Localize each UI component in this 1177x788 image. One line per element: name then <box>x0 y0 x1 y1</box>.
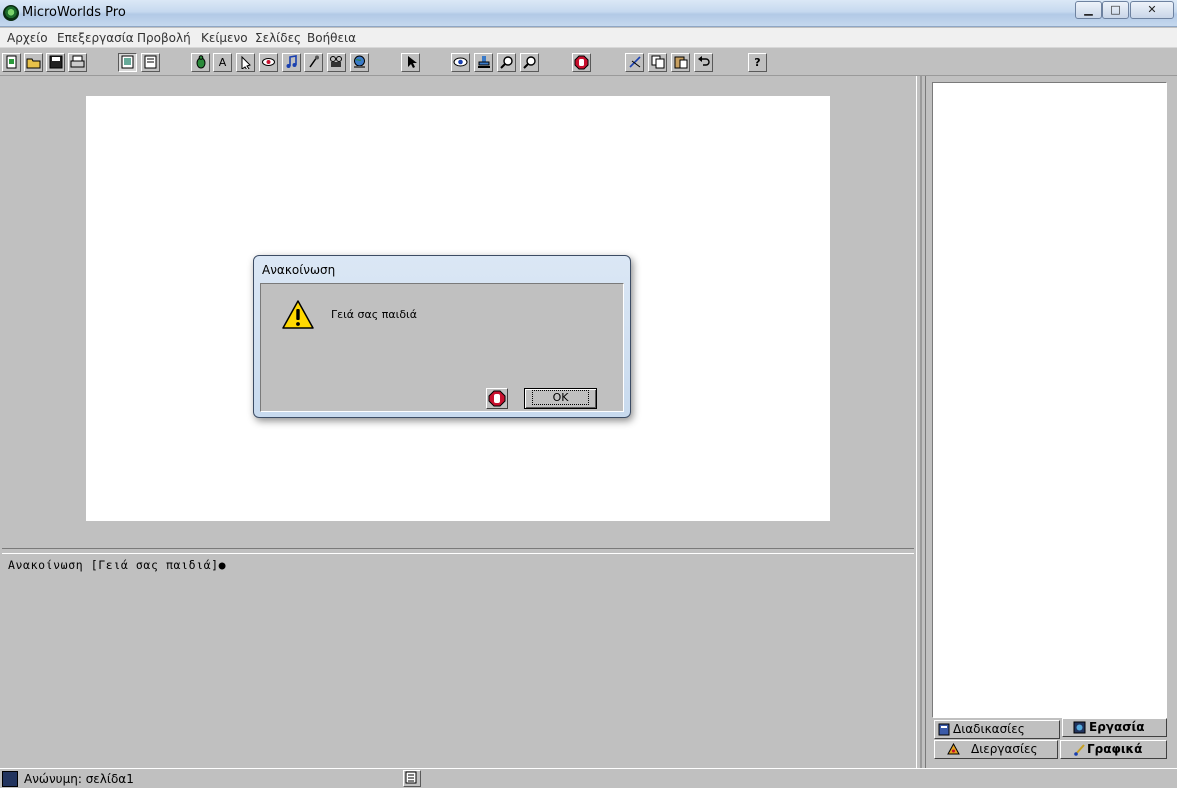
arrow-pointer-icon <box>407 56 417 68</box>
scissors-icon <box>628 56 641 68</box>
stamp-tool-button[interactable] <box>474 53 493 72</box>
tab-graphics-label: Γραφικά <box>1087 742 1143 756</box>
presentation-mode-button[interactable] <box>141 53 160 72</box>
new-file-icon <box>6 55 17 69</box>
tab-processes-label: Διεργασίες <box>971 742 1038 756</box>
project-status-icon <box>2 771 18 787</box>
eye-tool-button[interactable] <box>451 53 470 72</box>
menu-help[interactable]: Βοήθεια <box>307 31 356 45</box>
eye-icon <box>453 57 468 67</box>
cut-button[interactable] <box>625 53 644 72</box>
microworlds-app-icon <box>3 5 19 21</box>
save-disk-icon <box>49 55 62 69</box>
button-tool-button[interactable] <box>236 53 255 72</box>
tab-graphics[interactable]: Γραφικά <box>1060 740 1167 759</box>
announce-dialog: Ανακοίνωση Γειά σας παιδιά OK <box>253 255 631 418</box>
open-project-button[interactable] <box>24 53 43 72</box>
tab-project-label: Εργασία <box>1089 720 1145 734</box>
close-button[interactable]: ✕ <box>1130 1 1174 19</box>
copy-icon <box>651 55 664 69</box>
new-project-button[interactable] <box>2 53 21 72</box>
stop-hand-icon <box>574 55 589 70</box>
slider-tool-button[interactable] <box>259 53 278 72</box>
magnifier-plus-icon <box>499 56 513 69</box>
melody-button[interactable] <box>282 53 301 72</box>
presentation-icon <box>144 55 157 69</box>
pointer-hand-icon <box>241 55 251 69</box>
web-player-button[interactable] <box>350 53 369 72</box>
open-folder-icon <box>26 58 41 69</box>
stamp-icon <box>477 56 490 68</box>
tab-procedures-label: Διαδικασίες <box>953 722 1025 736</box>
warning-icon <box>282 300 314 329</box>
video-camera-icon <box>330 56 342 67</box>
zoom-in-button[interactable] <box>497 53 516 72</box>
procedures-book-icon <box>938 723 950 736</box>
page-view-icon <box>121 55 134 69</box>
music-note-icon <box>286 55 297 68</box>
zoom-out-button[interactable] <box>520 53 539 72</box>
menu-text[interactable]: Κείμενο <box>201 31 248 45</box>
graphics-brush-icon <box>1074 744 1085 756</box>
command-center-text[interactable]: Ανακοίνωση [Γειά σας παιδιά]● <box>8 558 226 572</box>
dialog-ok-button[interactable]: OK <box>524 388 597 409</box>
maximize-button[interactable]: □ <box>1102 1 1129 19</box>
menu-edit[interactable]: Επεξεργασία <box>57 31 134 45</box>
print-button[interactable] <box>68 53 87 72</box>
page-mode-button[interactable] <box>118 53 137 72</box>
undo-button[interactable] <box>694 53 713 72</box>
stop-all-button[interactable] <box>572 53 591 72</box>
toolbar: A ? <box>0 49 1177 76</box>
menu-file[interactable]: Αρχείο <box>7 31 48 45</box>
window-title: MicroWorlds Pro <box>22 5 126 20</box>
tab-project[interactable]: Εργασία <box>1062 718 1167 737</box>
dialog-title: Ανακοίνωση <box>262 263 336 277</box>
microphone-icon <box>309 55 319 68</box>
vertical-pane-splitter[interactable] <box>916 76 926 768</box>
select-tool-button[interactable] <box>401 53 420 72</box>
help-button[interactable]: ? <box>748 53 767 72</box>
hatch-turtle-button[interactable] <box>191 53 210 72</box>
status-page-name: Ανώνυμη: σελίδα1 <box>24 772 134 786</box>
minimize-button[interactable]: ▁ <box>1075 1 1102 19</box>
project-icon <box>1073 721 1086 734</box>
video-button[interactable] <box>327 53 346 72</box>
ok-button-label: OK <box>531 390 590 405</box>
undo-arrow-icon <box>697 56 710 66</box>
processes-icon <box>947 743 960 755</box>
dialog-message: Γειά σας παιδιά <box>331 308 418 321</box>
paste-button[interactable] <box>671 53 690 72</box>
tab-procedures[interactable]: Διαδικασίες <box>934 720 1060 739</box>
dialog-stop-button[interactable] <box>486 388 508 409</box>
menu-view[interactable]: Προβολή <box>137 31 191 45</box>
menu-bar: Αρχείο Επεξεργασία Προβολή Κείμενο Σελίδ… <box>0 28 1177 48</box>
paste-clipboard-icon <box>674 56 687 69</box>
text-box-button[interactable]: A <box>213 53 232 72</box>
magnifier-minus-icon <box>522 56 536 69</box>
notepad-icon <box>405 771 417 784</box>
project-contents-pane[interactable] <box>932 82 1167 718</box>
page-notes-button[interactable] <box>403 770 421 787</box>
title-bar: MicroWorlds Pro ▁ □ ✕ <box>0 0 1177 27</box>
menu-pages[interactable]: Σελίδες <box>255 31 301 45</box>
eye-slider-icon <box>262 58 275 66</box>
tab-processes[interactable]: Διεργασίες <box>934 740 1058 759</box>
sound-button[interactable] <box>304 53 323 72</box>
turtle-icon <box>196 55 205 69</box>
save-project-button[interactable] <box>46 53 65 72</box>
copy-button[interactable] <box>648 53 667 72</box>
stop-hand-icon <box>488 390 506 407</box>
dialog-body: Γειά σας παιδιά OK <box>260 283 624 412</box>
globe-icon <box>354 55 365 68</box>
command-center-divider[interactable] <box>2 548 914 554</box>
printer-icon <box>70 55 85 68</box>
status-bar: Ανώνυμη: σελίδα1 <box>0 768 1177 788</box>
